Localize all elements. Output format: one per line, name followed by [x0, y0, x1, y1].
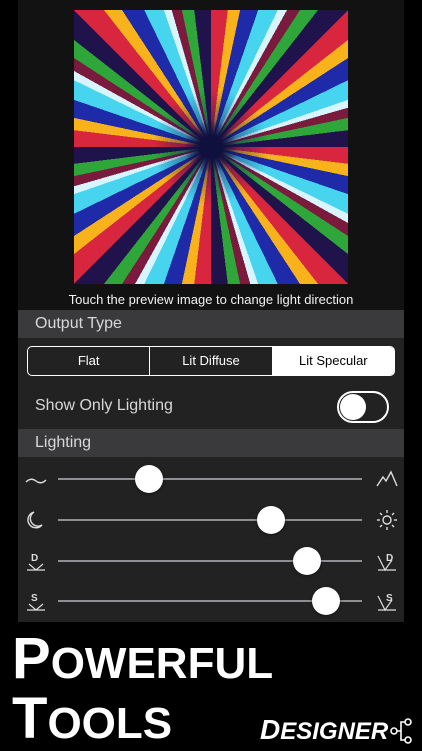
specular-high-letter: S [386, 593, 393, 604]
flat-wave-icon [24, 468, 48, 490]
promo-line-1: POWERFUL [12, 630, 273, 688]
diffuse-slider-thumb[interactable] [293, 547, 322, 575]
promo-line-2-rest: OOLS [47, 699, 173, 748]
show-only-lighting-row: Show Only Lighting [18, 388, 404, 426]
height-slider-track[interactable] [58, 478, 362, 480]
brand-rest: ESIGNER [280, 718, 389, 745]
node-graph-icon [388, 716, 416, 746]
specular-low-icon: S [24, 590, 48, 612]
diffuse-high-letter: D [386, 553, 393, 564]
preview-hint: Touch the preview image to change light … [18, 290, 404, 310]
diffuse-high-icon: D [375, 550, 399, 572]
promo-line-1-rest: OWERFUL [50, 639, 274, 688]
brand-wordmark: DESIGNER [260, 716, 388, 744]
brightness-slider-thumb[interactable] [256, 506, 285, 534]
segment-lit-specular[interactable]: Lit Specular [271, 347, 394, 375]
mountains-icon [375, 468, 399, 490]
output-type-header: Output Type [18, 310, 404, 338]
moon-icon [24, 509, 48, 531]
height-slider-thumb[interactable] [135, 465, 164, 493]
sun-icon [375, 509, 399, 531]
toggle-knob [340, 394, 366, 420]
app-screen: Touch the preview image to change light … [18, 0, 404, 622]
specular-slider-row: S S [18, 581, 404, 621]
brand-initial: D [260, 714, 281, 745]
specular-low-letter: S [31, 593, 38, 604]
diffuse-low-icon: D [24, 550, 48, 572]
promo-line-2-initial: T [12, 686, 48, 751]
lighting-header: Lighting [18, 429, 404, 457]
diffuse-slider-row: D D [18, 541, 404, 581]
show-only-lighting-toggle[interactable] [337, 391, 389, 423]
specular-high-icon: S [375, 590, 399, 612]
show-only-lighting-label: Show Only Lighting [35, 397, 173, 414]
segment-lit-diffuse[interactable]: Lit Diffuse [149, 347, 271, 375]
diffuse-low-letter: D [31, 553, 38, 564]
segment-flat[interactable]: Flat [28, 347, 149, 375]
brightness-slider-row [18, 500, 404, 540]
preview-image[interactable] [74, 10, 348, 284]
promo-line-1-initial: P [12, 626, 51, 691]
promo-line-2: TOOLS [12, 690, 172, 748]
preview-area [18, 0, 404, 290]
output-type-segmented-control: Flat Lit Diffuse Lit Specular [27, 346, 395, 376]
brightness-slider-track[interactable] [58, 519, 362, 521]
height-slider-row [18, 459, 404, 499]
specular-slider-thumb[interactable] [311, 587, 340, 615]
